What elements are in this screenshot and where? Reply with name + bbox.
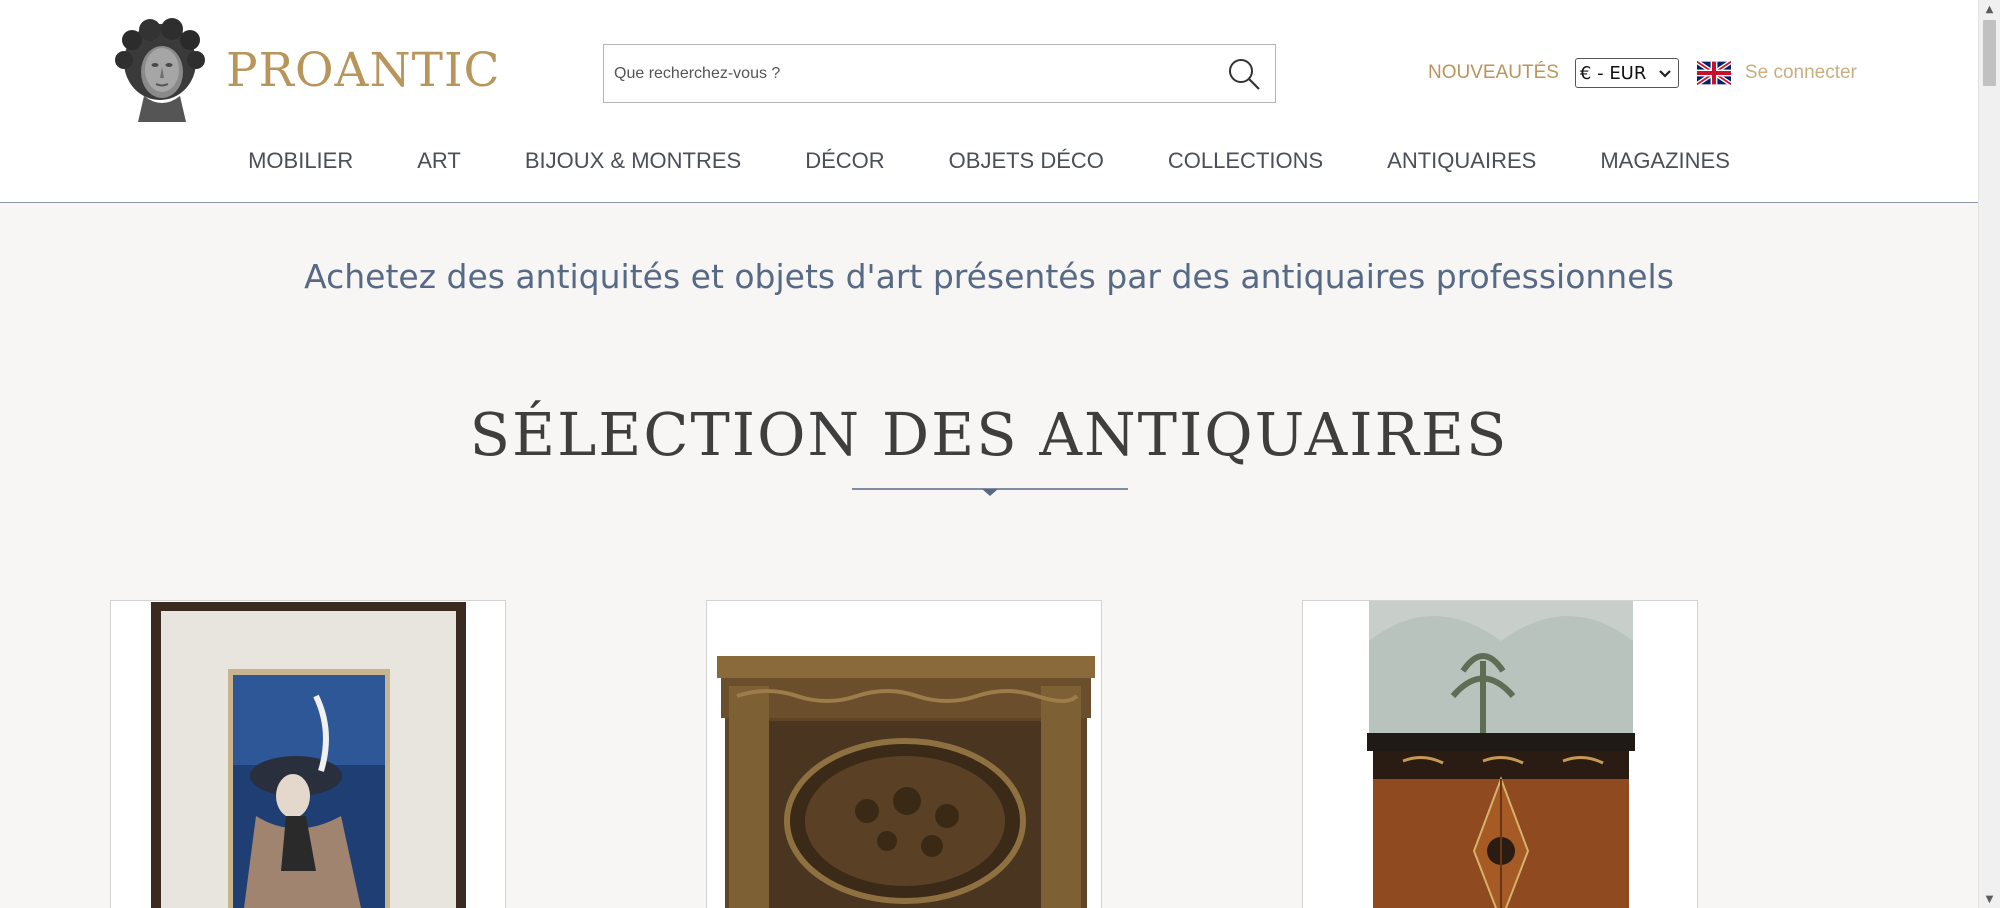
framed-painting-image xyxy=(111,601,505,908)
nav-item-mobilier[interactable]: MOBILIER xyxy=(216,148,385,174)
product-card-carved-panel[interactable] xyxy=(706,600,1102,908)
carved-panel-image xyxy=(707,601,1101,908)
currency-selected-value: € - EUR xyxy=(1579,62,1647,84)
nav-item-bijoux-montres[interactable]: BIJOUX & MONTRES xyxy=(493,148,773,174)
product-card-painting[interactable] xyxy=(110,600,506,908)
site-header: PROANTIC NOUVEAUTÉS € - EUR Se connecter… xyxy=(0,0,1978,203)
login-link[interactable]: Se connecter xyxy=(1745,62,1857,84)
nav-item-decor[interactable]: DÉCOR xyxy=(773,148,916,174)
nav-item-objets-deco[interactable]: OBJETS DÉCO xyxy=(917,148,1136,174)
scroll-down-arrow-icon[interactable]: ▼ xyxy=(1979,890,2000,908)
header-utilities: NOUVEAUTÉS € - EUR Se connecter xyxy=(1428,56,1857,90)
main-navigation: MOBILIER ART BIJOUX & MONTRES DÉCOR OBJE… xyxy=(0,148,1978,174)
page-tagline: Achetez des antiquités et objets d'art p… xyxy=(304,257,1674,296)
section-title: SÉLECTION DES ANTIQUAIRES xyxy=(469,400,1509,469)
nav-item-art[interactable]: ART xyxy=(385,148,493,174)
search-input[interactable] xyxy=(614,45,1204,102)
brand-logo[interactable]: PROANTIC xyxy=(110,18,501,122)
product-card-cabinet[interactable] xyxy=(1302,600,1698,908)
page-scrollbar[interactable]: ▲ ▼ xyxy=(1978,0,2000,908)
classical-bust-icon xyxy=(115,18,205,122)
new-arrivals-link[interactable]: NOUVEAUTÉS xyxy=(1428,62,1559,84)
search-icon[interactable] xyxy=(1227,57,1261,91)
chevron-down-icon xyxy=(1659,70,1671,78)
title-divider xyxy=(852,488,1128,496)
scroll-up-arrow-icon[interactable]: ▲ xyxy=(1979,0,2000,18)
nav-item-collections[interactable]: COLLECTIONS xyxy=(1136,148,1355,174)
brand-name: PROANTIC xyxy=(226,42,501,98)
currency-select[interactable]: € - EUR xyxy=(1574,58,1679,88)
nav-item-antiquaires[interactable]: ANTIQUAIRES xyxy=(1355,148,1568,174)
uk-flag-icon[interactable] xyxy=(1696,61,1731,85)
search-bar xyxy=(603,44,1276,103)
scrollbar-thumb[interactable] xyxy=(1983,20,1996,86)
nav-item-magazines[interactable]: MAGAZINES xyxy=(1568,148,1762,174)
inlaid-cabinet-image xyxy=(1303,601,1697,908)
